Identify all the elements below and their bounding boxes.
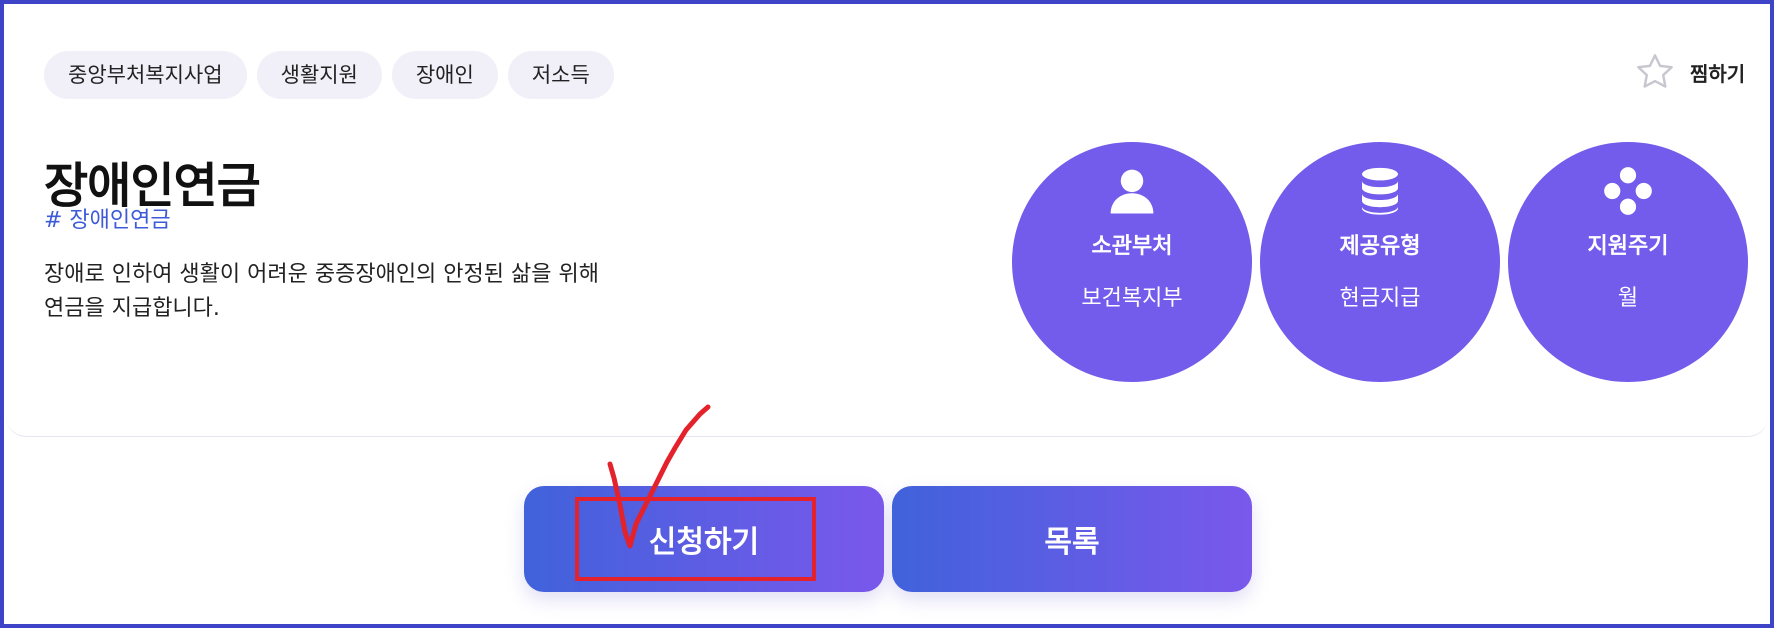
star-outline-icon [1637,54,1673,88]
info-department-label: 소관부처 [1091,234,1173,259]
info-support-cycle-value: 월 [1617,286,1639,311]
apply-button[interactable]: 신청하기 [524,486,884,592]
bookmark-button[interactable]: 찜하기 [1634,51,1745,93]
tag-central-welfare[interactable]: 중앙부처복지사업 [44,51,247,99]
service-description: 장애로 인하여 생활이 어려운 중증장애인의 안정된 삶을 위해 연금을 지급합… [44,262,599,321]
bookmark-label: 찜하기 [1690,61,1746,86]
info-provision-type-value: 현금지급 [1339,286,1421,311]
info-support-cycle: 지원주기 월 [1508,142,1748,382]
info-department-value: 보건복지부 [1081,286,1183,311]
service-card: 중앙부처복지사업 생활지원 장애인 저소득 찜하기 장애인연금 # 장애인연금 … [6,6,1768,437]
info-support-cycle-label: 지원주기 [1587,234,1669,259]
tag-list: 중앙부처복지사업 생활지원 장애인 저소득 [44,51,614,99]
tag-living-support[interactable]: 생활지원 [256,51,382,99]
person-icon [1110,169,1154,214]
hashtag-link[interactable]: # 장애인연금 [44,202,171,234]
info-circles: 소관부처 보건복지부 제공유형 현금지급 지원주기 월 [1012,142,1748,382]
info-provision-type: 제공유형 현금지급 [1260,142,1500,382]
database-icon [1362,167,1398,215]
info-department: 소관부처 보건복지부 [1012,142,1252,382]
tag-disabled[interactable]: 장애인 [391,51,498,99]
list-button[interactable]: 목록 [892,486,1252,592]
action-buttons: 신청하기 목록 [524,486,1252,592]
info-provision-type-label: 제공유형 [1339,234,1421,259]
cycle-dots-icon [1604,167,1652,215]
tag-low-income[interactable]: 저소득 [507,51,614,99]
